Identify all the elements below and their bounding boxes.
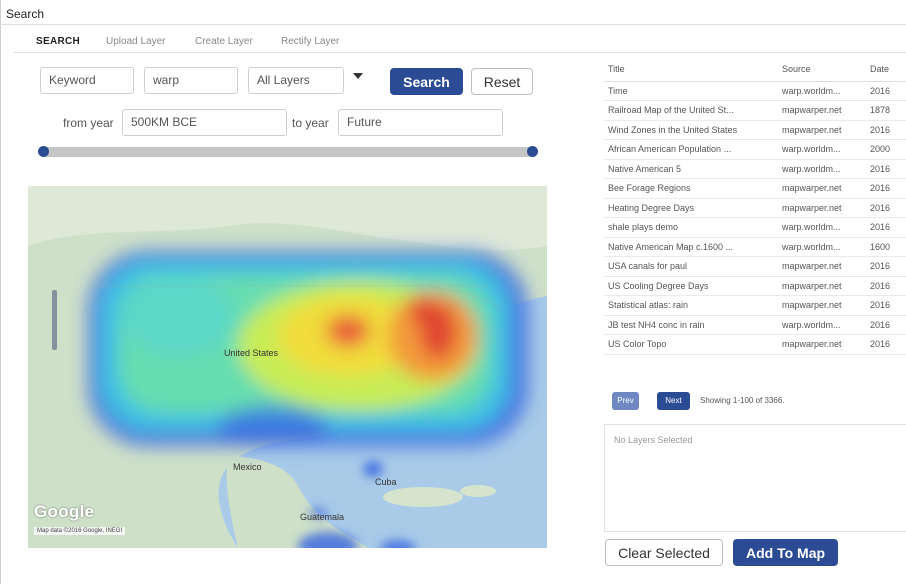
column-header-date[interactable]: Date <box>866 57 906 82</box>
selected-layers-empty-text: No Layers Selected <box>614 435 693 445</box>
row-title: US Color Topo <box>604 334 778 355</box>
tab-search[interactable]: SEARCH <box>36 36 80 47</box>
table-row[interactable]: Bee Forage Regions mapwarper.net 2016 <box>604 178 906 199</box>
row-date: 2016 <box>866 315 906 335</box>
map-view[interactable] <box>28 186 547 548</box>
table-row[interactable]: Railroad Map of the United St... mapwarpe… <box>604 100 906 121</box>
row-title: Native American Map c.1600 ... <box>604 237 778 257</box>
table-row[interactable]: Native American Map c.1600 ... warp.world… <box>604 237 906 257</box>
row-date: 2016 <box>866 81 906 101</box>
table-row[interactable]: US Cooling Degree Days mapwarper.net 2016 <box>604 276 906 296</box>
tab-create-layer[interactable]: Create Layer <box>195 36 253 47</box>
row-title: Time <box>604 81 778 101</box>
row-title: Heating Degree Days <box>604 198 778 218</box>
table-row[interactable]: JB test NH4 conc in rain warp.worldm... 20… <box>604 315 906 335</box>
row-source: mapwarper.net <box>778 276 866 296</box>
row-source: warp.worldm... <box>778 81 866 101</box>
heatmap-overlay <box>28 186 547 548</box>
chevron-down-icon[interactable] <box>353 73 363 79</box>
selected-layers-box: No Layers Selected <box>604 424 906 532</box>
row-source: mapwarper.net <box>778 334 866 355</box>
layer-filter-select[interactable]: All Layers <box>248 67 344 94</box>
tab-upload-layer[interactable]: Upload Layer <box>106 36 165 47</box>
tab-rectify-layer[interactable]: Rectify Layer <box>281 36 339 47</box>
row-title: Railroad Map of the United St... <box>604 100 778 121</box>
row-date: 2016 <box>866 334 906 355</box>
row-title: USA canals for paul <box>604 256 778 277</box>
row-source: mapwarper.net <box>778 198 866 218</box>
table-row[interactable]: Wind Zones in the United States mapwarper… <box>604 120 906 140</box>
column-header-source[interactable]: Source <box>778 57 866 82</box>
row-source: mapwarper.net <box>778 120 866 140</box>
reset-button[interactable]: Reset <box>471 68 533 95</box>
row-title: Bee Forage Regions <box>604 178 778 199</box>
row-date: 2016 <box>866 276 906 296</box>
table-row[interactable]: Heating Degree Days mapwarper.net 2016 <box>604 198 906 218</box>
year-range-slider[interactable] <box>42 147 532 157</box>
row-date: 1878 <box>866 100 906 121</box>
row-title: shale plays demo <box>604 217 778 238</box>
row-date: 1600 <box>866 237 906 257</box>
map-zoom-slider[interactable] <box>52 290 57 350</box>
title-divider <box>0 24 906 25</box>
row-title: JB test NH4 conc in rain <box>604 315 778 335</box>
table-row[interactable]: Time warp.worldm... 2016 <box>604 81 906 101</box>
row-source: warp.worldm... <box>778 315 866 335</box>
row-date: 2016 <box>866 256 906 277</box>
prev-page-button[interactable]: Prev <box>612 392 639 410</box>
row-source: warp.worldm... <box>778 139 866 160</box>
row-source: mapwarper.net <box>778 100 866 121</box>
map-place-guatemala: Guatemala <box>300 512 345 522</box>
google-logo: Google <box>34 502 95 521</box>
row-source: warp.worldm... <box>778 237 866 257</box>
results-table: Title Source Date Time warp.worldm... 2016… <box>604 57 906 379</box>
row-title: Native American 5 <box>604 159 778 179</box>
search-button[interactable]: Search <box>390 68 463 95</box>
row-date: 2016 <box>866 178 906 199</box>
table-row[interactable]: US Color Topo mapwarper.net 2016 <box>604 334 906 355</box>
table-row[interactable]: shale plays demo warp.worldm... 2016 <box>604 217 906 238</box>
table-row[interactable]: Native American 5 warp.worldm... 2016 <box>604 159 906 179</box>
clear-selected-button[interactable]: Clear Selected <box>605 539 723 566</box>
slider-handle-end[interactable] <box>527 146 538 157</box>
map-place-united-states: United States <box>224 348 279 358</box>
row-source: warp.worldm... <box>778 217 866 238</box>
tab-bar: SEARCH Upload Layer Create Layer Rectify… <box>14 29 906 53</box>
table-row[interactable]: African American Population ... warp.worl… <box>604 139 906 160</box>
row-title: US Cooling Degree Days <box>604 276 778 296</box>
row-source: mapwarper.net <box>778 178 866 199</box>
to-year-label: to year <box>292 116 329 130</box>
from-year-label: from year <box>63 116 114 130</box>
search-field-select[interactable]: Keyword <box>40 67 134 94</box>
search-input[interactable]: warp <box>144 67 238 94</box>
row-date: 2016 <box>866 159 906 179</box>
table-row[interactable]: USA canals for paul mapwarper.net 2016 <box>604 256 906 277</box>
table-row[interactable]: Statistical atlas: rain mapwarper.net 2016 <box>604 295 906 316</box>
from-year-input[interactable]: 500KM BCE <box>122 109 287 136</box>
slider-handle-start[interactable] <box>38 146 49 157</box>
row-title: Statistical atlas: rain <box>604 295 778 316</box>
row-source: mapwarper.net <box>778 295 866 316</box>
column-header-title[interactable]: Title <box>604 57 778 82</box>
to-year-input[interactable]: Future <box>338 109 503 136</box>
row-date: 2016 <box>866 217 906 238</box>
map-place-cuba: Cuba <box>375 477 397 487</box>
row-date: 2016 <box>866 295 906 316</box>
row-source: warp.worldm... <box>778 159 866 179</box>
panel-title: Search <box>6 7 45 21</box>
add-to-map-button[interactable]: Add To Map <box>733 539 838 566</box>
next-page-button[interactable]: Next <box>657 392 690 410</box>
row-date: 2016 <box>866 120 906 140</box>
row-date: 2000 <box>866 139 906 160</box>
map-attribution[interactable]: Map data ©2016 Google, INEGI <box>34 527 126 535</box>
map-place-mexico: Mexico <box>233 462 262 472</box>
row-date: 2016 <box>866 198 906 218</box>
row-title: Wind Zones in the United States <box>604 120 778 140</box>
row-title: African American Population ... <box>604 139 778 160</box>
results-count: Showing 1-100 of 3366. <box>700 396 785 405</box>
row-source: mapwarper.net <box>778 256 866 277</box>
